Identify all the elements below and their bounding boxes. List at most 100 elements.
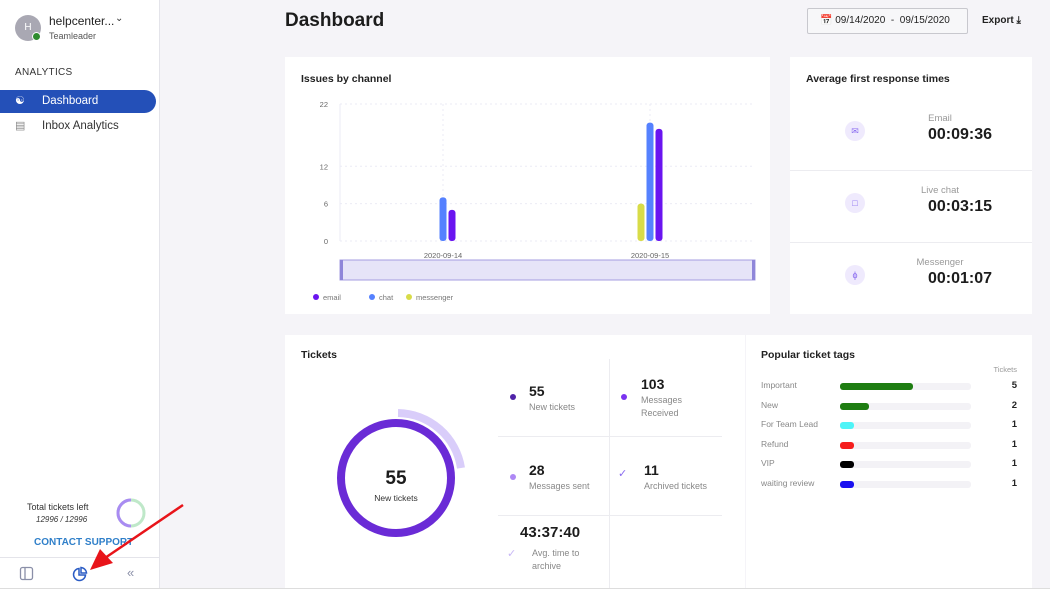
bar-messenger — [637, 203, 645, 241]
archive-check-icon: ✓ — [618, 468, 628, 480]
chat-icon: □ — [845, 193, 865, 213]
tickets-title: Tickets — [301, 349, 337, 361]
donut-label: New tickets — [374, 493, 418, 503]
tag-row: Refund 1 — [746, 439, 1036, 453]
tag-bar-fill — [840, 461, 854, 469]
zoom-slider-handle-right — [752, 260, 755, 280]
zoom-slider-handle-left — [340, 260, 343, 280]
tag-bar-track — [840, 461, 971, 469]
panel-toggle-icon[interactable] — [19, 566, 34, 581]
tag-name: Refund — [761, 438, 789, 449]
legend-marker-messenger — [406, 294, 412, 300]
date-separator: - — [890, 15, 895, 26]
sidebar-item-dashboard[interactable]: ☯ Dashboard — [0, 90, 156, 113]
tag-row: waiting review 1 — [746, 478, 1036, 492]
tag-name: Important — [761, 380, 797, 390]
stat-messages-received: 103 Messages Received — [641, 376, 683, 418]
export-button[interactable]: Export ⤓ — [982, 15, 1021, 26]
mail-icon: ✉ — [845, 121, 865, 141]
tag-name: For Team Lead — [761, 419, 819, 430]
tag-row: For Team Lead 1 — [746, 419, 1036, 433]
messages-sent-dot — [510, 474, 516, 480]
legend-label-messenger: messenger — [416, 293, 454, 302]
stat-messages-sent: 28 Messages sent — [529, 462, 590, 491]
new-tickets-dot — [510, 394, 516, 400]
tag-count: 1 — [1011, 478, 1017, 489]
response-value: 00:03:15 — [927, 198, 993, 215]
export-label: Export — [982, 15, 1014, 26]
tag-count: 1 — [1011, 458, 1017, 470]
tags-title: Popular ticket tags — [761, 349, 855, 361]
bar-chat — [439, 197, 447, 241]
legend-marker-chat — [369, 294, 375, 300]
page-title: Dashboard — [285, 10, 385, 31]
tag-bar-fill — [840, 383, 913, 390]
date-from: 09/14/2020 — [835, 15, 886, 26]
response-messenger: ϕ Messenger 00:01:07 — [790, 242, 1032, 314]
inbox-icon: ▤ — [15, 120, 26, 132]
date-range-picker[interactable]: 📅 09/14/2020 - 09/15/2020 — [807, 8, 968, 34]
y-tick-label: 12 — [320, 162, 328, 171]
legend-label-chat: chat — [379, 293, 394, 302]
user-name[interactable]: helpcenter... — [49, 14, 114, 28]
bar-email — [655, 128, 663, 241]
response-card: Average first response times ✉ Email 00:… — [790, 57, 1032, 314]
response-value: 00:09:36 — [927, 126, 993, 143]
tag-bar-fill — [840, 402, 869, 410]
bar-chat — [646, 122, 654, 241]
sidebar-item-label: Inbox Analytics — [42, 120, 119, 132]
x-tick-label: 2020-09-14 — [424, 251, 462, 260]
tag-row: VIP 1 — [746, 458, 1036, 472]
y-tick-label: 6 — [324, 200, 328, 209]
tag-count: 1 — [1011, 419, 1017, 431]
response-label: Live chat — [920, 185, 960, 196]
annotation-arrow — [90, 503, 184, 570]
legend-label-email: email — [323, 293, 341, 302]
stat-new-tickets: 55 New tickets — [529, 383, 576, 412]
date-to: 09/15/2020 — [899, 15, 950, 26]
tag-count: 2 — [1011, 399, 1017, 411]
tickets-card: Tickets 55 New tickets 55 New tickets 103… — [285, 335, 745, 589]
tag-count: 1 — [1011, 438, 1017, 450]
legend-marker-email — [313, 294, 319, 300]
tag-name: waiting review — [761, 478, 815, 488]
response-live-chat: □ Live chat 00:03:15 — [790, 170, 1032, 242]
tag-name: VIP — [761, 458, 775, 469]
tag-row: Important 5 — [746, 380, 1036, 394]
tag-count: 5 — [1011, 380, 1017, 391]
download-icon: ⤓ — [1016, 15, 1021, 26]
tag-row: New 2 — [746, 400, 1036, 414]
online-status-dot — [32, 32, 41, 41]
tag-name: New — [761, 399, 779, 410]
users-icon: ☯ — [15, 95, 25, 107]
tags-column-header: Tickets — [993, 365, 1017, 374]
zoom-slider — [339, 259, 756, 281]
messenger-icon: ϕ — [845, 265, 865, 285]
response-title: Average first response times — [806, 73, 950, 85]
tag-bar-fill — [840, 481, 854, 488]
response-value: 00:01:07 — [927, 270, 993, 287]
tag-bar-track — [840, 481, 971, 488]
sidebar-item-inbox-analytics[interactable]: ▤ Inbox Analytics — [0, 115, 156, 138]
messages-received-dot — [621, 394, 627, 400]
calendar-icon: 📅 — [820, 15, 833, 26]
bar-email — [448, 209, 456, 241]
response-label: Messenger — [916, 257, 964, 268]
issues-chart: 0 6 12 22 2020-09-14 2020-09-15 email chat messe… — [313, 100, 756, 302]
y-tick-label: 0 — [324, 237, 328, 246]
x-tick-label: 2020-09-15 — [631, 251, 669, 260]
tag-bar-fill — [840, 422, 854, 430]
response-email: ✉ Email 00:09:36 — [790, 99, 1032, 171]
sidebar-item-label: Dashboard — [42, 95, 99, 107]
response-label: Email — [928, 113, 952, 124]
tag-bar-track — [840, 383, 971, 390]
tag-bar-track — [840, 402, 971, 410]
donut-value: 55 — [385, 468, 407, 489]
clock-check-icon: ✓ — [507, 548, 517, 560]
stat-archived-tickets: 11 Archived tickets — [644, 462, 708, 491]
chevron-down-icon[interactable]: ⌄ — [115, 13, 123, 24]
section-heading: ANALYTICS — [15, 67, 73, 78]
tag-bar-fill — [840, 441, 854, 449]
tag-bar-track — [840, 422, 971, 430]
tags-card: Popular ticket tags Tickets Important 5 Ne… — [746, 335, 1032, 589]
